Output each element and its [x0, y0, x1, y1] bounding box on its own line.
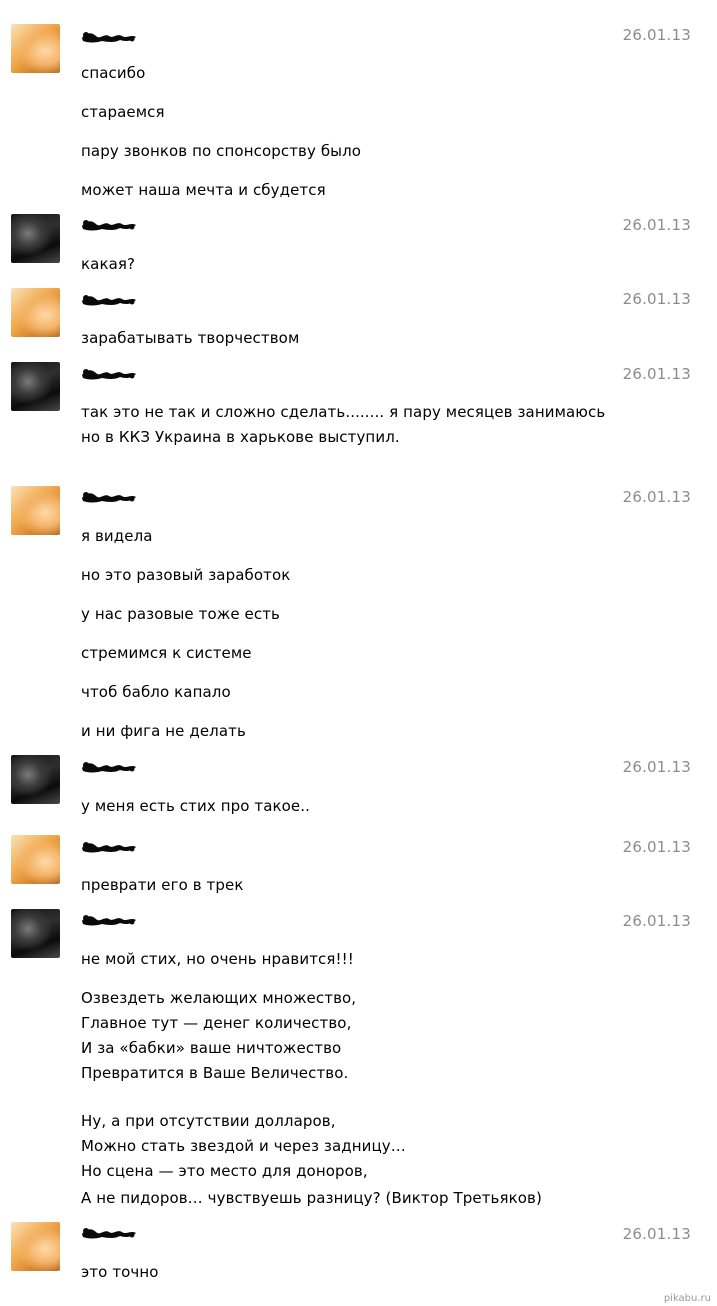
- avatar[interactable]: [11, 288, 60, 337]
- avatar[interactable]: [11, 486, 60, 535]
- censored-name[interactable]: [80, 367, 138, 381]
- message-text: у меня есть стих про такое..: [81, 797, 310, 815]
- avatar[interactable]: [11, 835, 60, 884]
- message-date: 26.01.13: [622, 758, 691, 776]
- message-text: чтоб бабло капало: [81, 683, 231, 701]
- censored-name[interactable]: [80, 30, 138, 44]
- message-date: 26.01.13: [622, 1225, 691, 1243]
- message-text: но в ККЗ Украина в харькове выступил.: [81, 428, 400, 446]
- censored-name[interactable]: [80, 760, 138, 774]
- message-text: но это разовый заработок: [81, 566, 291, 584]
- message-date: 26.01.13: [622, 365, 691, 383]
- avatar[interactable]: [11, 909, 60, 958]
- watermark: pikabu.ru: [663, 1293, 711, 1304]
- message-text: и ни фига не делать: [81, 722, 246, 740]
- avatar[interactable]: [11, 24, 60, 73]
- censored-name[interactable]: [80, 218, 138, 232]
- message-text: И за «бабки» ваше ничтожество: [81, 1039, 342, 1057]
- message-text: может наша мечта и сбудется: [81, 181, 326, 199]
- message-text: спасибо: [81, 64, 146, 82]
- message-text: какая?: [81, 255, 136, 273]
- message-date: 26.01.13: [622, 216, 691, 234]
- avatar[interactable]: [11, 214, 60, 263]
- message-text: не мой стих, но очень нравится!!!: [81, 950, 354, 968]
- avatar[interactable]: [11, 362, 60, 411]
- message-text: преврати его в трек: [81, 876, 244, 894]
- censored-name[interactable]: [80, 840, 138, 854]
- message-text: стараемся: [81, 103, 165, 121]
- message-text: Озвездеть желающих множество,: [81, 989, 357, 1007]
- message-text: так это не так и сложно сделать........ …: [81, 403, 606, 421]
- message-text: Ну, а при отсутствии долларов,: [81, 1112, 336, 1130]
- message-text: Но сцена — это место для доноров,: [81, 1162, 368, 1180]
- avatar[interactable]: [11, 1222, 60, 1271]
- message-date: 26.01.13: [622, 488, 691, 506]
- message-date: 26.01.13: [622, 26, 691, 44]
- message-text: это точно: [81, 1263, 159, 1281]
- censored-name[interactable]: [80, 293, 138, 307]
- message-text: Главное тут — денег количество,: [81, 1014, 352, 1032]
- message-text: я видела: [81, 527, 153, 545]
- message-text: у нас разовые тоже есть: [81, 605, 280, 623]
- message-text: А не пидоров… чувствуешь разницу? (Викто…: [81, 1189, 542, 1207]
- message-text: зарабатывать творчеством: [81, 329, 300, 347]
- message-date: 26.01.13: [622, 912, 691, 930]
- censored-name[interactable]: [80, 1226, 138, 1240]
- censored-name[interactable]: [80, 913, 138, 927]
- message-text: Превратится в Ваше Величество.: [81, 1064, 349, 1082]
- message-text: Можно стать звездой и через задницу…: [81, 1137, 406, 1155]
- censored-name[interactable]: [80, 490, 138, 504]
- message-text: стремимся к системе: [81, 644, 252, 662]
- message-date: 26.01.13: [622, 290, 691, 308]
- message-date: 26.01.13: [622, 838, 691, 856]
- message-text: пару звонков по спонсорству было: [81, 142, 362, 160]
- avatar[interactable]: [11, 755, 60, 804]
